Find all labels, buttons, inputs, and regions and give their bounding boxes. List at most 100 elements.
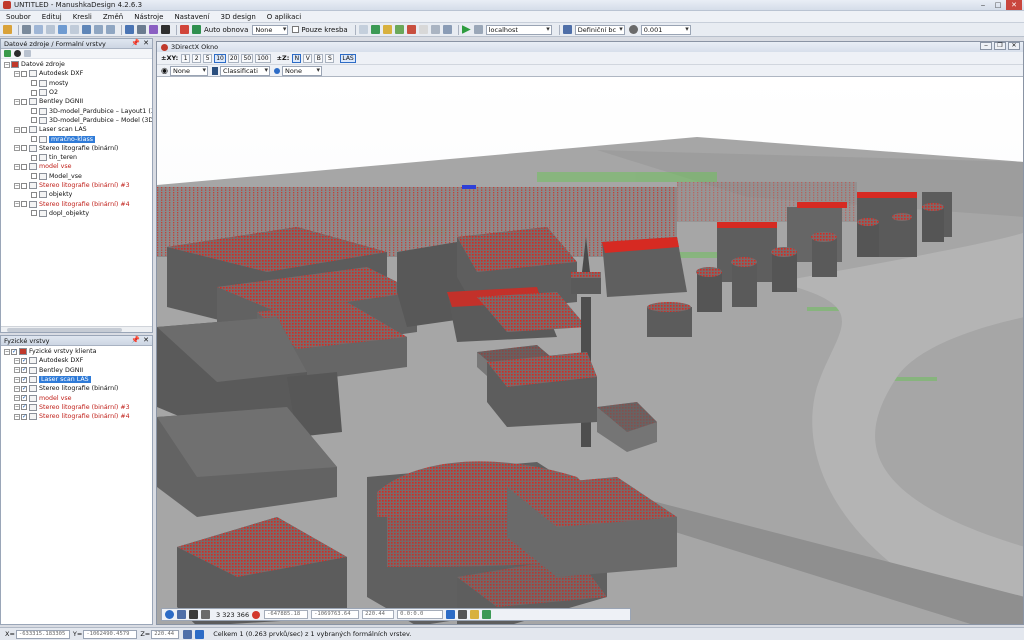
menu-soubor[interactable]: Soubor: [6, 13, 31, 21]
tree-item[interactable]: − Stereo litografie (binární) #3: [1, 403, 152, 412]
viewport-minimize-icon[interactable]: ‒: [980, 42, 992, 50]
zoom-in-icon[interactable]: [94, 25, 103, 34]
tree-item[interactable]: objekty: [1, 190, 152, 199]
layers-icon[interactable]: [149, 25, 158, 34]
tree-item[interactable]: − Laser scan LAS: [1, 125, 152, 134]
viewport-restore-icon[interactable]: ❐: [994, 42, 1006, 50]
menu-3d-design[interactable]: 3D design: [220, 13, 255, 21]
settings-icon[interactable]: [24, 50, 31, 57]
z-button-s[interactable]: S: [325, 53, 335, 63]
expand-icon[interactable]: −: [14, 413, 20, 420]
tree-item[interactable]: − Bentley DGNII: [1, 97, 152, 106]
tool-icon[interactable]: [22, 25, 31, 34]
menu-kresli[interactable]: Kresli: [73, 13, 92, 21]
server-icon[interactable]: [473, 25, 483, 34]
xy-step-20[interactable]: 20: [227, 53, 240, 63]
color-select[interactable]: None: [281, 65, 322, 76]
layer-checkbox[interactable]: [21, 385, 27, 392]
layer-checkbox[interactable]: [21, 98, 27, 105]
tree-item[interactable]: − Fyzické vrstvy klienta: [1, 347, 152, 356]
refresh-icon[interactable]: [192, 25, 201, 34]
expand-icon[interactable]: −: [14, 357, 20, 364]
expand-icon[interactable]: −: [14, 163, 20, 170]
delete-icon[interactable]: [406, 25, 416, 34]
xy-step-10[interactable]: 10: [214, 53, 226, 63]
camera-icon[interactable]: [446, 610, 456, 619]
expand-icon[interactable]: −: [4, 61, 10, 68]
tree-item[interactable]: tin_teren: [1, 153, 152, 162]
server-select[interactable]: localhost: [485, 24, 552, 35]
definition-icon[interactable]: [562, 25, 572, 34]
zoom-extent-icon[interactable]: [70, 25, 79, 34]
layer-checkbox[interactable]: [21, 394, 27, 402]
layer-checkbox[interactable]: [21, 70, 27, 77]
export-icon[interactable]: [482, 610, 492, 619]
auto-refresh-select[interactable]: None: [252, 24, 289, 35]
draw-icon[interactable]: [180, 25, 189, 34]
tree-item[interactable]: − Stereo litografie (binární) #4: [1, 199, 152, 208]
expand-icon[interactable]: −: [14, 182, 20, 189]
xy-step-5[interactable]: 5: [203, 53, 213, 63]
tree-item[interactable]: − model vse: [1, 393, 152, 402]
las-button[interactable]: LAS: [340, 53, 356, 63]
layer-checkbox[interactable]: [31, 108, 37, 115]
layer-checkbox[interactable]: [11, 348, 17, 355]
bold-icon[interactable]: [161, 25, 170, 34]
play-icon[interactable]: [461, 25, 471, 34]
tree-item[interactable]: 3D-model_Pardubice – Layout1 (3D: [1, 106, 152, 115]
open-icon[interactable]: [3, 25, 12, 34]
lock-icon[interactable]: [470, 610, 480, 619]
horizontal-scrollbar[interactable]: [1, 326, 152, 332]
eye-icon[interactable]: [14, 50, 21, 57]
tree-item[interactable]: − Stereo litografie (binární): [1, 144, 152, 153]
close-icon[interactable]: ✕: [1006, 0, 1022, 10]
tree-item[interactable]: − model vse: [1, 162, 152, 171]
only-draw-checkbox[interactable]: [292, 26, 300, 33]
zoom-out-icon[interactable]: [106, 25, 115, 34]
tree-item[interactable]: dopl_objekty: [1, 209, 152, 218]
definition-select[interactable]: Definiční bc: [574, 24, 625, 35]
tree-item[interactable]: O2: [1, 88, 152, 97]
add-icon[interactable]: [4, 50, 11, 57]
expand-icon[interactable]: −: [4, 348, 10, 355]
print-icon[interactable]: [442, 25, 452, 34]
print-icon[interactable]: [458, 610, 468, 619]
viewport-close-icon[interactable]: ✕: [1008, 42, 1020, 50]
layer-checkbox[interactable]: [31, 154, 37, 161]
expand-icon[interactable]: −: [14, 395, 20, 402]
info-icon[interactable]: [195, 629, 205, 639]
xy-step-100[interactable]: 100: [255, 53, 271, 63]
map-icon[interactable]: [370, 25, 380, 34]
classification-select[interactable]: Classificati: [219, 65, 270, 76]
close-icon[interactable]: ✕: [143, 336, 149, 344]
expand-icon[interactable]: −: [14, 98, 20, 105]
xy-step-50[interactable]: 50: [241, 53, 254, 63]
document-icon[interactable]: [418, 25, 428, 34]
precision-select[interactable]: 0.001: [640, 24, 691, 35]
refresh-icon[interactable]: [165, 610, 174, 619]
close-icon[interactable]: [189, 610, 198, 619]
tree-item[interactable]: − Laser scan LAS: [1, 375, 152, 384]
stop-icon[interactable]: [252, 610, 261, 619]
save-icon[interactable]: [430, 25, 440, 34]
folder-icon[interactable]: [382, 25, 392, 34]
tree-item[interactable]: − Datové zdroje: [1, 60, 152, 69]
minimize-icon[interactable]: ‒: [976, 0, 990, 10]
layer-checkbox[interactable]: [21, 413, 27, 420]
tree-item[interactable]: − Stereo litografie (binární): [1, 384, 152, 393]
expand-icon[interactable]: −: [14, 404, 20, 411]
pin-icon[interactable]: 📌: [131, 39, 140, 47]
layers-icon[interactable]: [183, 629, 193, 639]
expand-icon[interactable]: −: [14, 367, 20, 374]
xy-step-2[interactable]: 2: [192, 53, 202, 63]
grid-icon[interactable]: [358, 25, 368, 34]
eye-select[interactable]: None: [169, 65, 208, 76]
menu-nastroje[interactable]: Nástroje: [134, 13, 163, 21]
layer-checkbox[interactable]: [21, 163, 27, 170]
layer-checkbox[interactable]: [21, 376, 27, 383]
menu-o-aplikaci[interactable]: O aplikaci: [267, 13, 301, 21]
expand-icon[interactable]: −: [14, 145, 20, 152]
tree-item[interactable]: − Bentley DGNII: [1, 366, 152, 375]
menu-nastaveni[interactable]: Nastavení: [174, 13, 209, 21]
layer-checkbox[interactable]: [31, 80, 37, 87]
